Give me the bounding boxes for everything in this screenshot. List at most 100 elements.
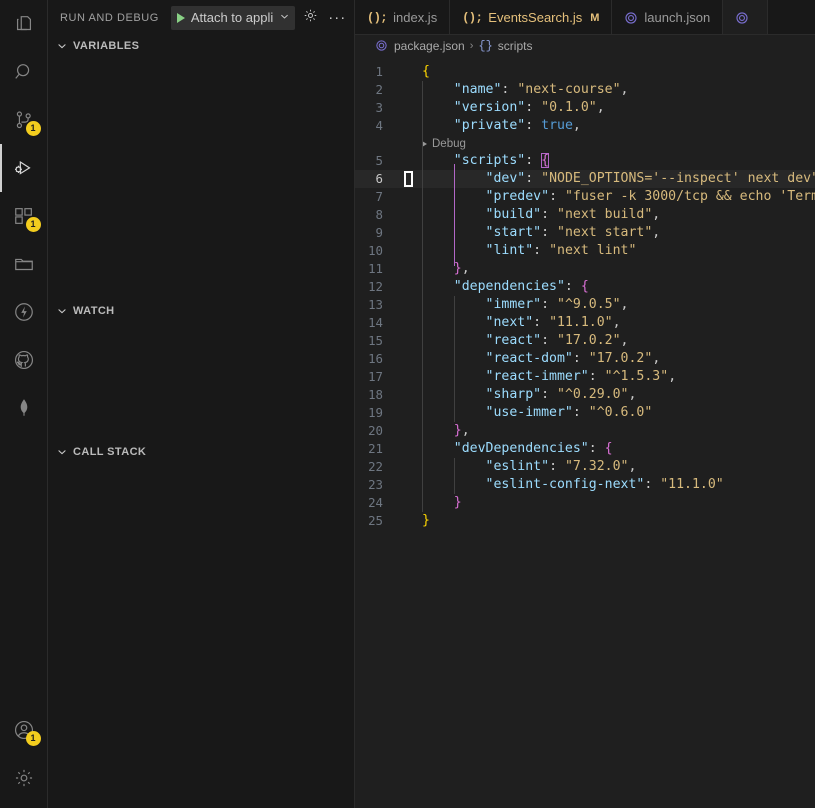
code-text: },	[453, 261, 470, 276]
code-line[interactable]: 15 "react": "17.0.2",	[355, 332, 815, 350]
glyph-margin[interactable]	[400, 350, 422, 368]
chevron-down-icon	[279, 9, 290, 27]
glyph-margin[interactable]	[400, 99, 422, 117]
code-line[interactable]: 22 "eslint": "7.32.0",	[355, 458, 815, 476]
section-label: VARIABLES	[73, 40, 140, 52]
code-line[interactable]: 2 "name": "next-course",	[355, 81, 815, 99]
glyph-margin[interactable]	[400, 368, 422, 386]
activity-item-remote-explorer[interactable]	[0, 240, 48, 288]
chevron-down-icon	[54, 303, 70, 319]
tab-eventssearch-js[interactable]: (); EventsSearch.js M	[450, 0, 613, 34]
glyph-margin[interactable]	[400, 170, 422, 188]
code-line[interactable]: 24 }	[355, 494, 815, 512]
activity-item-mongodb[interactable]	[0, 384, 48, 432]
code-line[interactable]: 19 "use-immer": "^0.6.0"	[355, 404, 815, 422]
code-line[interactable]: 13 "immer": "^9.0.5",	[355, 296, 815, 314]
code-line[interactable]: 1{	[355, 63, 815, 81]
glyph-margin[interactable]	[400, 188, 422, 206]
section-header-watch[interactable]: WATCH	[48, 300, 354, 322]
activity-item-extensions[interactable]: 1	[0, 192, 48, 240]
code-line[interactable]: 4 "private": true,	[355, 117, 815, 135]
code-text: "private": true,	[453, 118, 581, 133]
activity-item-thunder-client[interactable]	[0, 288, 48, 336]
gear-icon	[303, 8, 318, 28]
activity-item-accounts[interactable]: 1	[0, 706, 48, 754]
glyph-margin[interactable]	[400, 332, 422, 350]
chevron-down-icon	[54, 38, 70, 54]
glyph-margin[interactable]	[400, 63, 422, 81]
debug-cursor-indicator	[404, 171, 413, 187]
sidebar-header: RUN AND DEBUG Attach to appli ···	[48, 0, 354, 35]
tab-package-json[interactable]	[723, 0, 769, 34]
code-line[interactable]: 7 "predev": "fuser -k 3000/tcp && echo '…	[355, 188, 815, 206]
section-header-call-stack[interactable]: CALL STACK	[48, 441, 354, 463]
breadcrumb-separator: ›	[469, 40, 474, 52]
code-line[interactable]: 6 "dev": "NODE_OPTIONS='--inspect' next …	[355, 170, 815, 188]
activity-item-explorer[interactable]	[0, 0, 48, 48]
glyph-margin[interactable]	[400, 224, 422, 242]
launch-config-label: Attach to appli	[190, 10, 274, 25]
activity-item-search[interactable]	[0, 48, 48, 96]
glyph-margin[interactable]	[400, 81, 422, 99]
glyph-margin[interactable]	[400, 458, 422, 476]
glyph-margin[interactable]	[400, 422, 422, 440]
glyph-margin[interactable]	[400, 314, 422, 332]
play-icon[interactable]	[176, 12, 185, 23]
glyph-margin[interactable]	[400, 404, 422, 422]
line-number: 5	[375, 153, 383, 168]
code-line[interactable]: 25}	[355, 512, 815, 530]
code-text: "eslint-config-next": "11.1.0"	[485, 477, 724, 492]
code-line[interactable]: 3 "version": "0.1.0",	[355, 99, 815, 117]
line-number: 2	[375, 82, 383, 97]
glyph-margin[interactable]	[400, 206, 422, 224]
code-text: "name": "next-course",	[453, 82, 629, 97]
code-line[interactable]: 5 "scripts": {	[355, 152, 815, 170]
line-number: 12	[368, 279, 383, 294]
glyph-margin[interactable]	[400, 278, 422, 296]
line-number: 24	[368, 495, 383, 510]
section-header-variables[interactable]: VARIABLES	[48, 35, 354, 57]
glyph-margin[interactable]	[400, 440, 422, 458]
glyph-margin[interactable]	[400, 242, 422, 260]
glyph-margin[interactable]	[400, 260, 422, 278]
glyph-margin[interactable]	[400, 476, 422, 494]
tab-index-js[interactable]: (); index.js	[355, 0, 451, 34]
activity-item-github[interactable]	[0, 336, 48, 384]
lightning-icon	[13, 301, 35, 323]
glyph-margin[interactable]	[400, 152, 422, 170]
activity-item-run-and-debug[interactable]	[0, 144, 48, 192]
activity-item-manage-settings[interactable]	[0, 754, 48, 802]
code-line[interactable]: 11 },	[355, 260, 815, 278]
tab-launch-json[interactable]: launch.json	[612, 0, 724, 34]
debug-more-actions-button[interactable]: ···	[325, 6, 349, 30]
launch-config-dropdown[interactable]: Attach to appli	[170, 5, 296, 30]
section-label: CALL STACK	[73, 446, 147, 458]
glyph-margin[interactable]	[400, 494, 422, 512]
code-line[interactable]: 14 "next": "11.1.0",	[355, 314, 815, 332]
debug-configure-button[interactable]	[298, 6, 322, 30]
code-line[interactable]: 12 "dependencies": {	[355, 278, 815, 296]
code-line[interactable]: 20 },	[355, 422, 815, 440]
watch-body	[48, 322, 354, 441]
code-line[interactable]: 18 "sharp": "^0.29.0",	[355, 386, 815, 404]
code-line[interactable]: 9 "start": "next start",	[355, 224, 815, 242]
breadcrumb-symbol[interactable]: scripts	[498, 39, 533, 53]
code-line[interactable]: 8 "build": "next build",	[355, 206, 815, 224]
breadcrumb-file[interactable]: package.json	[394, 39, 465, 53]
code-line[interactable]: 10 "lint": "next lint"	[355, 242, 815, 260]
code-line[interactable]: 21 "devDependencies": {	[355, 440, 815, 458]
glyph-margin[interactable]	[400, 296, 422, 314]
files-icon	[13, 13, 35, 35]
folder-icon	[13, 253, 35, 275]
code-line[interactable]: 16 "react-dom": "17.0.2",	[355, 350, 815, 368]
glyph-margin[interactable]	[400, 386, 422, 404]
code-line[interactable]: 17 "react-immer": "^1.5.3",	[355, 368, 815, 386]
code-editor[interactable]: 1{2 "name": "next-course", 3 "version": "…	[355, 57, 815, 808]
codelens-debug[interactable]: Debug	[355, 135, 815, 152]
glyph-margin[interactable]	[400, 512, 422, 530]
editor-area: (); index.js (); EventsSearch.js M launc…	[355, 0, 815, 808]
codelens-label[interactable]: Debug	[432, 135, 466, 153]
glyph-margin[interactable]	[400, 117, 422, 135]
code-line[interactable]: 23 "eslint-config-next": "11.1.0"	[355, 476, 815, 494]
activity-item-source-control[interactable]: 1	[0, 96, 48, 144]
